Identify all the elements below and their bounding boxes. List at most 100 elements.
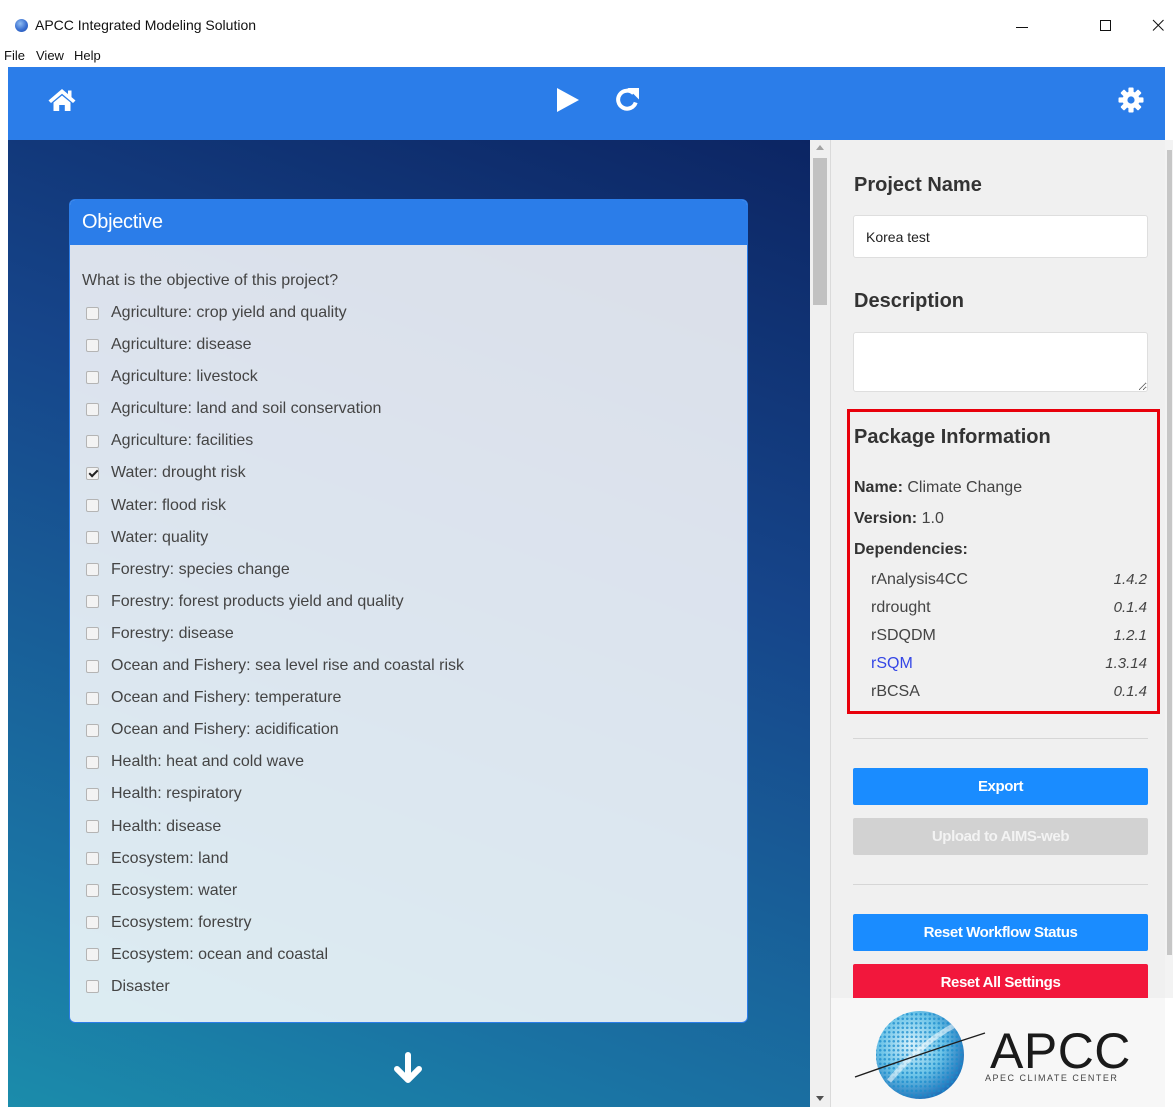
objective-option-label: Disaster <box>111 977 170 995</box>
objective-option-checkbox[interactable] <box>86 884 99 898</box>
objective-card: Objective What is the objective of this … <box>69 199 748 1023</box>
home-icon[interactable] <box>48 88 76 112</box>
objective-option[interactable]: Forestry: species change <box>70 554 747 586</box>
objective-option[interactable]: Ecosystem: ocean and coastal <box>70 939 747 971</box>
upload-button[interactable]: Upload to AIMS-web <box>853 818 1148 855</box>
package-version-label: Version: <box>854 510 918 527</box>
window-title: APCC Integrated Modeling Solution <box>35 17 257 33</box>
objective-option-label: Water: flood risk <box>111 496 226 514</box>
objective-option[interactable]: Forestry: forest products yield and qual… <box>70 586 747 618</box>
project-name-input[interactable] <box>853 215 1148 258</box>
objective-option-checkbox[interactable] <box>86 595 99 609</box>
package-version-value: 1.0 <box>921 510 944 527</box>
refresh-icon[interactable] <box>614 87 640 113</box>
project-panel-content: Project Name Description Package Informa… <box>831 140 1165 998</box>
objective-option[interactable]: Ocean and Fishery: temperature <box>70 682 747 714</box>
objective-option[interactable]: Agriculture: disease <box>70 329 747 361</box>
objective-option-checkbox[interactable] <box>86 820 99 833</box>
objective-option[interactable]: Health: heat and cold wave <box>70 746 747 778</box>
objective-option[interactable]: Health: respiratory <box>70 778 747 810</box>
objective-option[interactable]: Ocean and Fishery: acidification <box>70 714 747 746</box>
objective-option-checkbox[interactable] <box>86 434 99 448</box>
objective-option[interactable]: Water: drought risk <box>70 457 747 489</box>
objective-option-checkbox[interactable] <box>86 691 99 705</box>
description-input[interactable] <box>853 332 1148 392</box>
apcc-logo-globe <box>854 1011 986 1099</box>
objective-option-checkbox[interactable] <box>86 787 99 801</box>
title-bar: APCC Integrated Modeling Solution <box>0 0 1173 44</box>
play-icon[interactable] <box>556 88 580 112</box>
dependency-name: rdrought <box>871 599 931 616</box>
objective-option[interactable]: Forestry: disease <box>70 618 747 650</box>
panel-scrollbar[interactable] <box>1165 140 1173 998</box>
objective-question: What is the objective of this project? <box>82 272 339 289</box>
menu-view[interactable]: View <box>36 47 64 64</box>
objective-option-checkbox[interactable] <box>86 563 99 577</box>
objective-option[interactable]: Water: flood risk <box>70 490 747 522</box>
objective-option[interactable]: Agriculture: crop yield and quality <box>70 297 747 329</box>
objective-option[interactable]: Disaster <box>70 971 747 1003</box>
project-name-label: Project Name <box>854 174 982 196</box>
objective-option[interactable]: Ecosystem: water <box>70 875 747 907</box>
dependency-row: rSDQDM 1.2.1 <box>850 622 1157 650</box>
objective-option[interactable]: Ecosystem: forestry <box>70 907 747 939</box>
objective-option-checkbox[interactable] <box>86 659 99 673</box>
objective-option-checkbox[interactable] <box>86 306 99 320</box>
objective-option-checkbox[interactable] <box>86 466 99 480</box>
objective-option-checkbox[interactable] <box>86 852 99 866</box>
maximize-icon <box>1100 20 1111 31</box>
objective-option-label: Water: quality <box>111 528 209 546</box>
objective-option-checkbox[interactable] <box>86 370 99 384</box>
objective-option-checkbox[interactable] <box>86 627 99 641</box>
reset-workflow-button[interactable]: Reset Workflow Status <box>853 914 1148 951</box>
objective-option[interactable]: Health: disease <box>70 811 747 843</box>
objective-option-checkbox[interactable] <box>86 499 99 513</box>
objective-option-checkbox[interactable] <box>86 755 99 769</box>
package-name-label: Name: <box>854 479 903 496</box>
objective-option[interactable]: Water: quality <box>70 522 747 554</box>
objective-option-checkbox[interactable] <box>86 948 99 962</box>
dependency-row: rdrought 0.1.4 <box>850 594 1157 622</box>
objective-option-label: Agriculture: disease <box>111 336 252 354</box>
objective-option[interactable]: Agriculture: land and soil conservation <box>70 393 747 425</box>
arrow-down-icon[interactable] <box>393 1052 423 1084</box>
objective-option-label: Ocean and Fishery: temperature <box>111 689 342 707</box>
export-button[interactable]: Export <box>853 768 1148 805</box>
workflow-area: Objective What is the objective of this … <box>8 140 810 1107</box>
minimize-icon <box>1016 27 1028 28</box>
dependency-row: rBCSA 0.1.4 <box>850 678 1157 706</box>
dependency-name-link[interactable]: rSQM <box>871 650 913 678</box>
divider <box>853 884 1148 885</box>
gear-icon[interactable] <box>1118 87 1144 113</box>
objective-option-checkbox[interactable] <box>86 916 99 930</box>
logo-footer: APCC APEC CLIMATE CENTER <box>831 998 1165 1107</box>
objective-option-checkbox[interactable] <box>86 531 99 545</box>
objective-option-checkbox[interactable] <box>86 338 99 352</box>
objective-option-checkbox[interactable] <box>86 980 99 994</box>
objective-option-label: Health: disease <box>111 817 222 835</box>
panel-scrollbar-thumb[interactable] <box>1167 150 1172 955</box>
scroll-down-icon[interactable] <box>816 1096 824 1101</box>
objective-option[interactable]: Ecosystem: land <box>70 843 747 875</box>
dependency-name: rSDQDM <box>871 627 936 644</box>
workflow-scrollbar[interactable] <box>810 140 830 1107</box>
dependency-version: 1.2.1 <box>1113 627 1147 644</box>
objective-option[interactable]: Agriculture: facilities <box>70 425 747 457</box>
reset-all-button[interactable]: Reset All Settings <box>853 964 1148 998</box>
scroll-up-icon[interactable] <box>816 145 824 150</box>
menu-file[interactable]: File <box>4 47 25 64</box>
objective-option[interactable]: Agriculture: livestock <box>70 361 747 393</box>
objective-option-checkbox[interactable] <box>86 402 99 416</box>
scrollbar-thumb[interactable] <box>813 158 827 305</box>
objective-option-label: Agriculture: crop yield and quality <box>111 304 347 321</box>
maximize-button[interactable] <box>1095 15 1115 35</box>
objective-option-label: Agriculture: land and soil conservation <box>111 400 382 418</box>
menu-help[interactable]: Help <box>74 47 101 64</box>
objective-option-checkbox[interactable] <box>86 723 99 737</box>
close-icon <box>1152 19 1164 31</box>
minimize-button[interactable] <box>1012 15 1032 35</box>
objective-option[interactable]: Ocean and Fishery: sea level rise and co… <box>70 650 747 682</box>
description-label: Description <box>854 290 965 312</box>
package-title: Package Information <box>854 426 1051 448</box>
close-button[interactable] <box>1148 15 1168 35</box>
